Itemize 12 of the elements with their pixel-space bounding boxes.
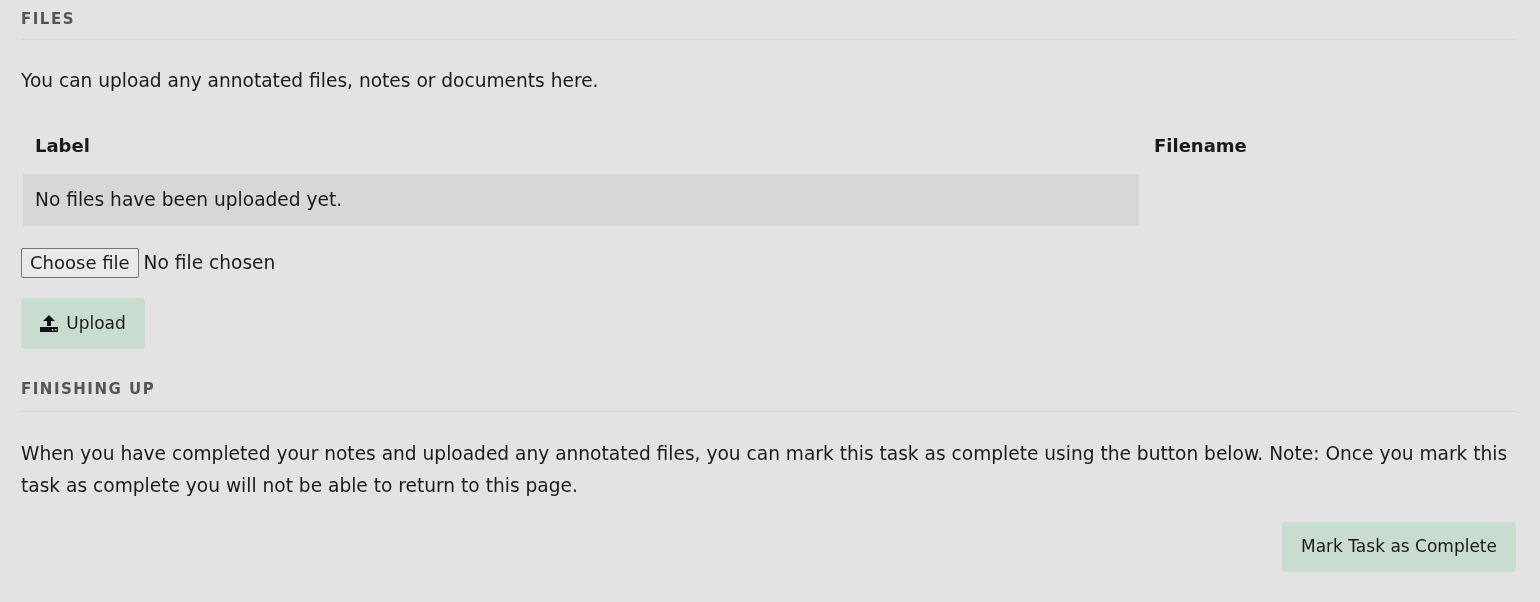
section-description: You can upload any annotated files, notes or documents here. xyxy=(21,69,600,93)
column-header: Label xyxy=(34,133,91,158)
mark-complete-button[interactable]: Mark Task as Complete xyxy=(1281,522,1516,572)
upload-icon xyxy=(40,315,59,332)
choose-file-button[interactable]: Choose file xyxy=(21,248,139,278)
empty-table-message: No files have been uploaded yet. xyxy=(23,174,1139,226)
section-heading: FINISHING UP xyxy=(21,378,156,400)
column-header: Filename xyxy=(1153,133,1248,158)
file-status-text: No file chosen xyxy=(143,251,276,276)
section-heading: FILES xyxy=(21,9,75,31)
upload-button[interactable]: Upload xyxy=(21,298,145,349)
section-description: When you have completed your notes and uploaded any annotated files, you can mark this task as complete using the button below. Note: Once you mark this task as complete you will not be able to return to this page. xyxy=(21,442,1509,498)
